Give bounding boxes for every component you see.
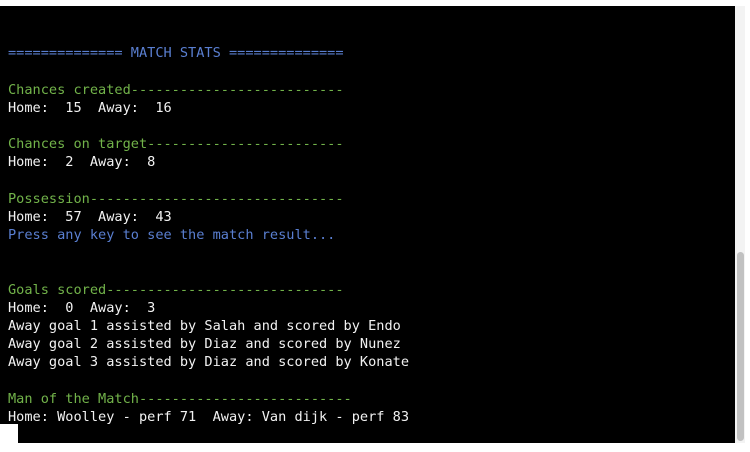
terminal-bottom-strip bbox=[18, 424, 735, 443]
press-any-key-prompt: Press any key to see the match result... bbox=[8, 227, 336, 244]
terminal-line-blank bbox=[8, 244, 409, 262]
terminal-line-blank bbox=[8, 172, 409, 190]
terminal-window[interactable]: ============== MATCH STATS =============… bbox=[0, 6, 735, 424]
chances-on-target-values: Home: 2 Away: 8 bbox=[8, 154, 156, 171]
goals-scored-heading: Goals scored----------------------------… bbox=[8, 281, 344, 298]
away-goal-3-line: Away goal 3 assisted by Diaz and scored … bbox=[8, 354, 410, 371]
possession-values: Home: 57 Away: 43 bbox=[8, 208, 172, 225]
terminal-output: ============== MATCH STATS =============… bbox=[8, 26, 409, 424]
terminal-line-blank bbox=[8, 262, 409, 280]
match-stats-header: ============== MATCH STATS =============… bbox=[8, 45, 344, 62]
chances-on-target-heading: Chances on target-----------------------… bbox=[8, 136, 344, 153]
man-of-the-match-heading: Man of the Match------------------------… bbox=[8, 390, 352, 407]
browser-viewport: ============== MATCH STATS =============… bbox=[0, 0, 750, 452]
terminal-line-blank bbox=[8, 26, 409, 44]
goals-scored-values: Home: 0 Away: 3 bbox=[8, 299, 156, 316]
terminal-line-blank bbox=[8, 372, 409, 390]
possession-heading: Possession------------------------------… bbox=[8, 190, 344, 207]
away-goal-2-line: Away goal 2 assisted by Diaz and scored … bbox=[8, 336, 401, 353]
scrollbar-thumb[interactable] bbox=[737, 252, 744, 441]
man-of-the-match-values: Home: Woolley - perf 71 Away: Van dijk -… bbox=[8, 408, 410, 424]
chances-created-heading: Chances created-------------------------… bbox=[8, 81, 344, 98]
terminal-line-blank bbox=[8, 117, 409, 135]
away-goal-1-line: Away goal 1 assisted by Salah and scored… bbox=[8, 318, 401, 334]
chances-created-values: Home: 15 Away: 16 bbox=[8, 99, 172, 116]
terminal-line-blank bbox=[8, 62, 409, 80]
